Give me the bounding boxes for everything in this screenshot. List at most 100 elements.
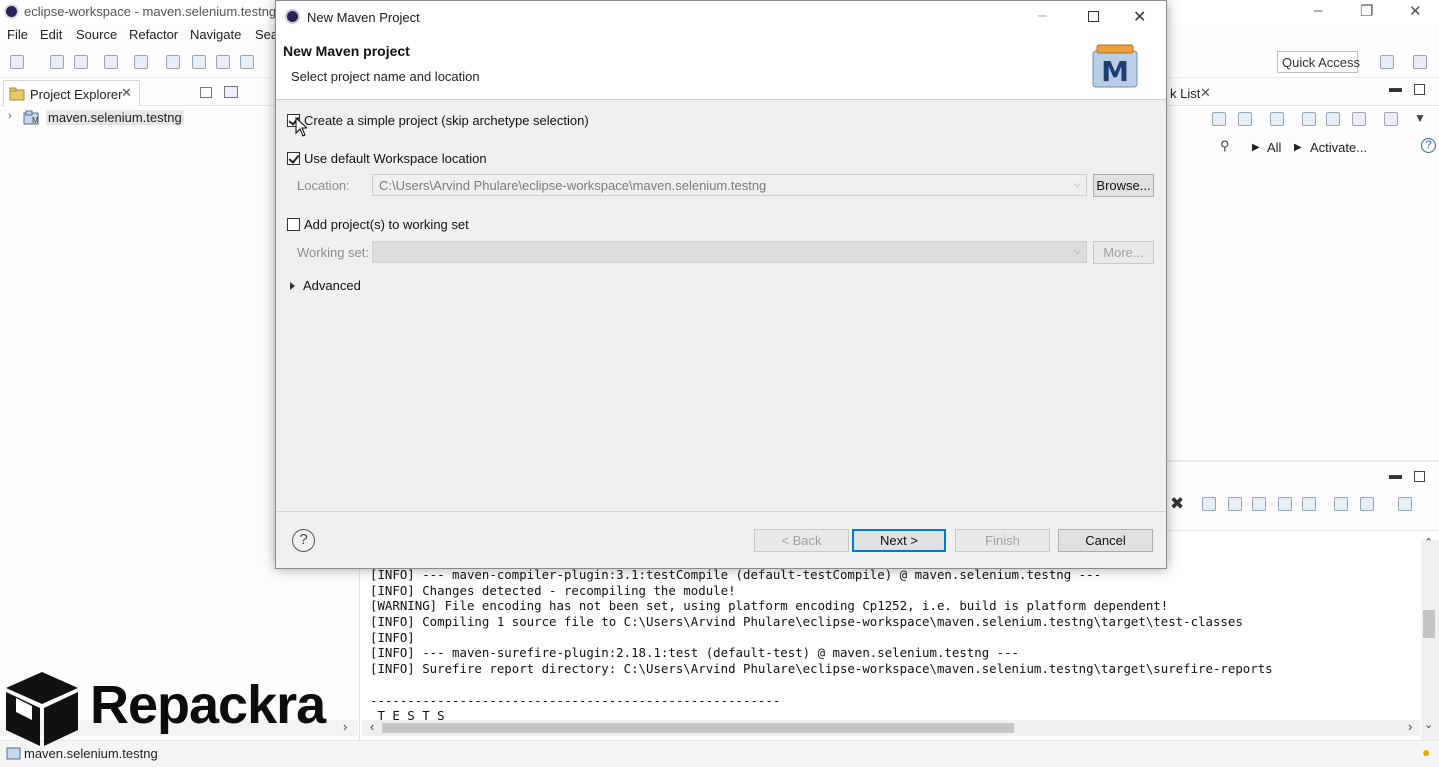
chevron-down-icon: ⌵ bbox=[1073, 246, 1081, 257]
terminate-icon[interactable] bbox=[216, 55, 230, 69]
eclipse-app-icon bbox=[285, 9, 300, 24]
svg-text:M: M bbox=[1101, 55, 1129, 88]
cancel-button[interactable]: Cancel bbox=[1058, 529, 1153, 552]
categorize-icon[interactable] bbox=[1212, 112, 1226, 126]
working-set-checkbox[interactable] bbox=[287, 218, 300, 231]
show-on-output-icon[interactable] bbox=[1278, 497, 1292, 511]
suspend-icon[interactable] bbox=[192, 55, 206, 69]
link-activate[interactable]: Activate... bbox=[1310, 140, 1367, 155]
pin-console-icon[interactable] bbox=[1334, 497, 1348, 511]
mouse-cursor-icon bbox=[295, 117, 307, 137]
help-icon[interactable]: ? bbox=[292, 529, 315, 552]
chevron-right-icon[interactable]: › bbox=[8, 110, 12, 122]
minimize-icon[interactable]: – bbox=[1038, 7, 1047, 25]
help-icon[interactable]: ? bbox=[1421, 138, 1436, 153]
resume-icon[interactable] bbox=[166, 55, 180, 69]
scroll-up-icon[interactable]: ⌃ bbox=[1424, 536, 1433, 549]
save-icon[interactable] bbox=[50, 55, 64, 69]
scroll-lock-icon[interactable] bbox=[1228, 497, 1242, 511]
box-logo-icon bbox=[6, 672, 78, 746]
menu-refactor[interactable]: Refactor bbox=[129, 27, 178, 42]
close-icon[interactable]: ✕ bbox=[1409, 2, 1422, 20]
dialog-titlebar: New Maven Project – ✕ bbox=[276, 1, 1166, 33]
minimize-icon[interactable]: – bbox=[1314, 2, 1322, 19]
menu-navigate[interactable]: Navigate bbox=[190, 27, 241, 42]
working-set-combo[interactable]: ⌵ bbox=[372, 241, 1087, 263]
close-tab-icon[interactable]: ✕ bbox=[121, 85, 132, 101]
back-button[interactable]: < Back bbox=[754, 529, 849, 552]
console-vertical-scrollbar[interactable] bbox=[1421, 540, 1439, 740]
console-line: [INFO] Changes detected - recompiling th… bbox=[370, 582, 736, 598]
tree-item-label: maven.selenium.testng bbox=[46, 110, 184, 125]
view-menu-icon[interactable]: ▼ bbox=[1414, 111, 1426, 125]
skip-breakpoints-icon[interactable] bbox=[134, 55, 148, 69]
default-workspace-label: Use default Workspace location bbox=[304, 151, 487, 166]
scroll-left-icon[interactable]: ‹ bbox=[370, 719, 374, 734]
terminal-icon[interactable] bbox=[104, 55, 118, 69]
project-explorer-tab[interactable]: Project Explorer ✕ bbox=[3, 80, 140, 106]
triangle-right-icon[interactable] bbox=[290, 282, 295, 290]
browse-button[interactable]: Browse... bbox=[1093, 174, 1154, 197]
advanced-section-toggle[interactable]: Advanced bbox=[303, 278, 361, 293]
sync-icon[interactable] bbox=[1270, 112, 1284, 126]
hide-completed-icon[interactable] bbox=[1326, 112, 1340, 126]
next-button[interactable]: Next > bbox=[852, 529, 946, 552]
triangle-right-icon: ▶ bbox=[1294, 142, 1302, 153]
console-line: [INFO] --- maven-compiler-plugin:3.1:tes… bbox=[370, 567, 1102, 582]
menu-file[interactable]: File bbox=[7, 27, 28, 42]
location-combo[interactable]: C:\Users\Arvind Phulare\eclipse-workspac… bbox=[372, 174, 1087, 196]
open-console-icon[interactable] bbox=[1398, 497, 1412, 511]
minimize-view-icon[interactable]: ▬ bbox=[1389, 80, 1402, 95]
maven-project-icon: M bbox=[23, 110, 39, 125]
scroll-right-icon[interactable]: › bbox=[343, 719, 347, 734]
maximize-view-icon[interactable] bbox=[1414, 84, 1425, 95]
minimize-view-icon[interactable]: ▬ bbox=[1389, 467, 1402, 482]
clear-console-icon[interactable] bbox=[1202, 497, 1216, 511]
menu-source[interactable]: Source bbox=[76, 27, 117, 42]
restore-icon[interactable]: ❐ bbox=[1360, 2, 1373, 20]
scroll-down-icon[interactable]: ⌄ bbox=[1424, 718, 1433, 731]
close-tab-icon[interactable]: ✕ bbox=[1200, 85, 1211, 101]
open-perspective-icon[interactable] bbox=[1380, 55, 1394, 69]
console-output[interactable]: [INFO] --- maven-compiler-plugin:3.1:tes… bbox=[370, 567, 1410, 724]
quick-access-field[interactable]: Quick Access bbox=[1277, 51, 1360, 73]
lightbulb-icon[interactable]: ● bbox=[1422, 744, 1430, 760]
maximize-view-icon[interactable] bbox=[1414, 471, 1425, 482]
dialog-footer-separator bbox=[276, 511, 1166, 512]
maximize-icon[interactable] bbox=[1088, 11, 1099, 22]
header-subtitle: Select project name and location bbox=[291, 69, 480, 84]
link-all[interactable]: All bbox=[1267, 140, 1281, 155]
project-explorer-label: Project Explorer bbox=[30, 87, 123, 102]
remove-all-icon[interactable]: ✖ bbox=[1170, 494, 1184, 514]
filter-icon[interactable] bbox=[1302, 112, 1316, 126]
save-all-icon[interactable] bbox=[74, 55, 88, 69]
new-icon[interactable] bbox=[10, 55, 24, 69]
finish-button[interactable]: Finish bbox=[955, 529, 1050, 552]
collapse-all-icon[interactable] bbox=[1352, 112, 1366, 126]
triangle-right-icon: ▶ bbox=[1252, 142, 1260, 153]
link-with-editor-icon[interactable] bbox=[224, 86, 238, 98]
console-line: [INFO] Compiling 1 source file to C:\Use… bbox=[370, 614, 1243, 630]
menu-edit[interactable]: Edit bbox=[40, 27, 62, 42]
console-horizontal-scroll-thumb[interactable] bbox=[382, 723, 1014, 733]
display-console-icon[interactable] bbox=[1360, 497, 1374, 511]
task-list-tab-label[interactable]: k List bbox=[1170, 86, 1200, 101]
watermark-text: Repackra bbox=[90, 675, 326, 735]
folder-icon bbox=[9, 87, 25, 101]
location-label: Location: bbox=[297, 178, 350, 193]
word-wrap-icon[interactable] bbox=[1252, 497, 1266, 511]
minimize-view-icon[interactable] bbox=[200, 87, 212, 98]
search-icon[interactable]: ⚲ bbox=[1220, 138, 1230, 154]
scroll-right-icon[interactable]: › bbox=[1408, 719, 1412, 734]
simple-project-label: Create a simple project (skip archetype … bbox=[304, 113, 589, 128]
default-workspace-checkbox[interactable] bbox=[287, 152, 300, 165]
close-icon[interactable]: ✕ bbox=[1133, 7, 1146, 27]
console-vertical-scroll-thumb[interactable] bbox=[1423, 610, 1435, 638]
show-ui-legend-icon[interactable] bbox=[1384, 112, 1398, 126]
show-on-error-icon[interactable] bbox=[1302, 497, 1316, 511]
more-button[interactable]: More... bbox=[1093, 241, 1154, 264]
disconnect-icon[interactable] bbox=[240, 55, 254, 69]
java-perspective-icon[interactable] bbox=[1413, 55, 1427, 69]
eclipse-app-icon bbox=[4, 4, 19, 19]
focus-icon[interactable] bbox=[1238, 112, 1252, 126]
